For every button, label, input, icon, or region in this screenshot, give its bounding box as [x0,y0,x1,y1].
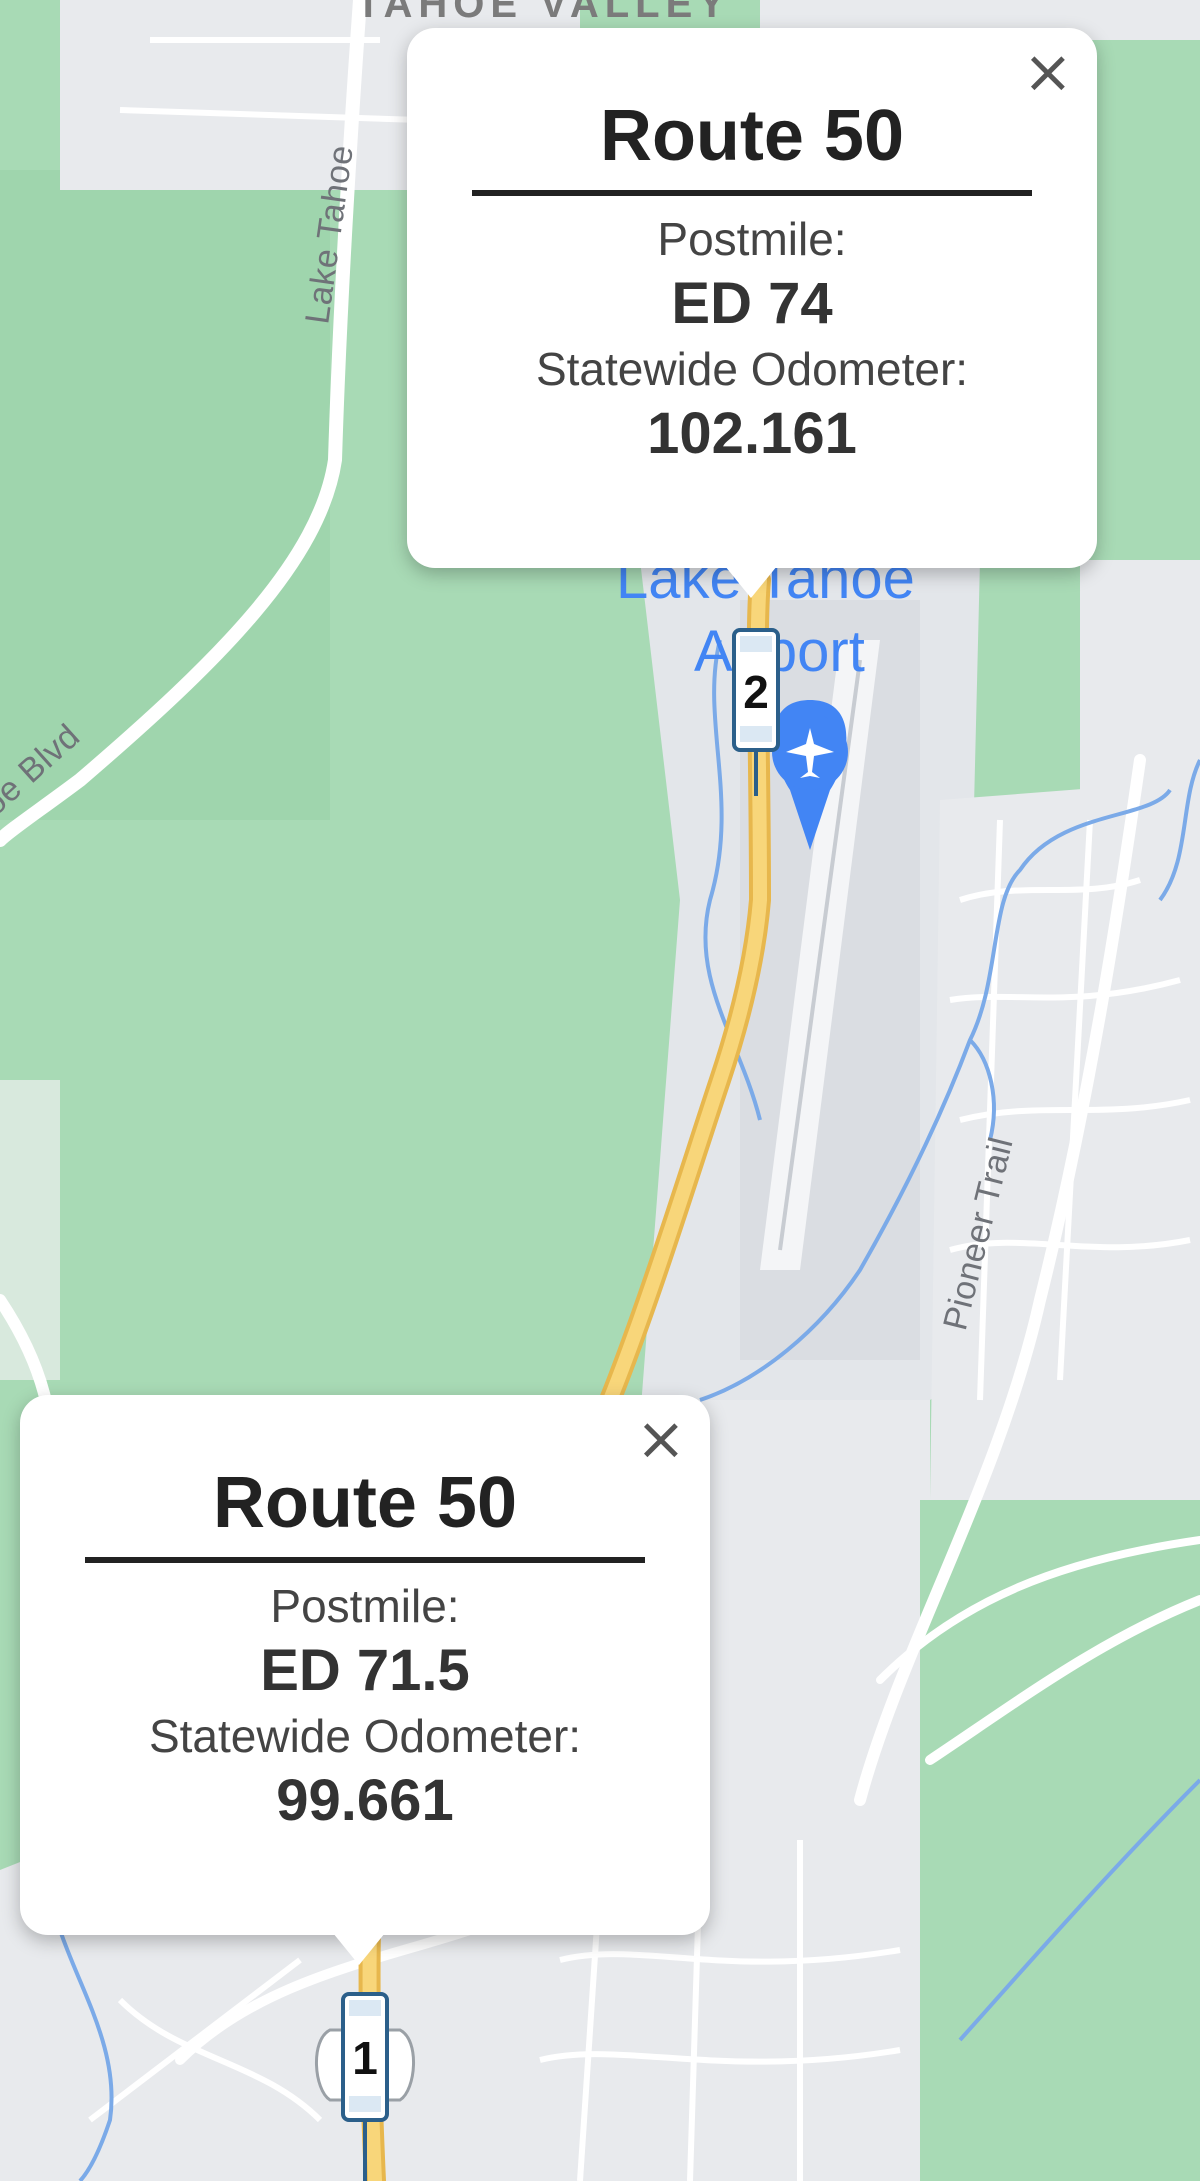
postmile-marker-number: 2 [743,666,769,718]
odometer-value: 102.161 [647,401,857,466]
marker-band [740,726,772,742]
marker-band [740,636,772,652]
forest-area [0,170,330,820]
postmile-value: ED 74 [671,271,833,336]
postmile-marker-number: 1 [352,2032,378,2084]
postmile-marker-1[interactable]: 1 [310,1990,420,2181]
close-icon[interactable]: × [1023,42,1073,102]
field-west [0,1080,60,1380]
marker-band [349,2096,381,2112]
close-icon[interactable]: × [636,1409,686,1469]
marker-band [349,2000,381,2016]
popup-title-underline [85,1557,645,1563]
odometer-label: Statewide Odometer: [535,343,969,395]
odometer-value: 99.661 [276,1768,454,1833]
postmile-label: Postmile: [270,1580,460,1632]
popup-route-title: Route 50 [212,1463,518,1543]
postmile-marker-2[interactable]: 2 [728,628,784,798]
popup-route-title: Route 50 [599,96,905,176]
place-label-tahoe-valley: TAHOE VALLEY [356,0,731,26]
popup-title-underline [472,190,1032,196]
postmile-value: ED 71.5 [260,1638,470,1703]
odometer-label: Statewide Odometer: [148,1710,582,1762]
info-popup-ed-74: × Route 50 Postmile: ED 74 Statewide Odo… [407,28,1097,598]
park-area-southeast [920,1500,1200,2181]
info-popup-ed-71-5: × Route 50 Postmile: ED 71.5 Statewide O… [20,1395,710,1965]
postmile-label: Postmile: [657,213,847,265]
